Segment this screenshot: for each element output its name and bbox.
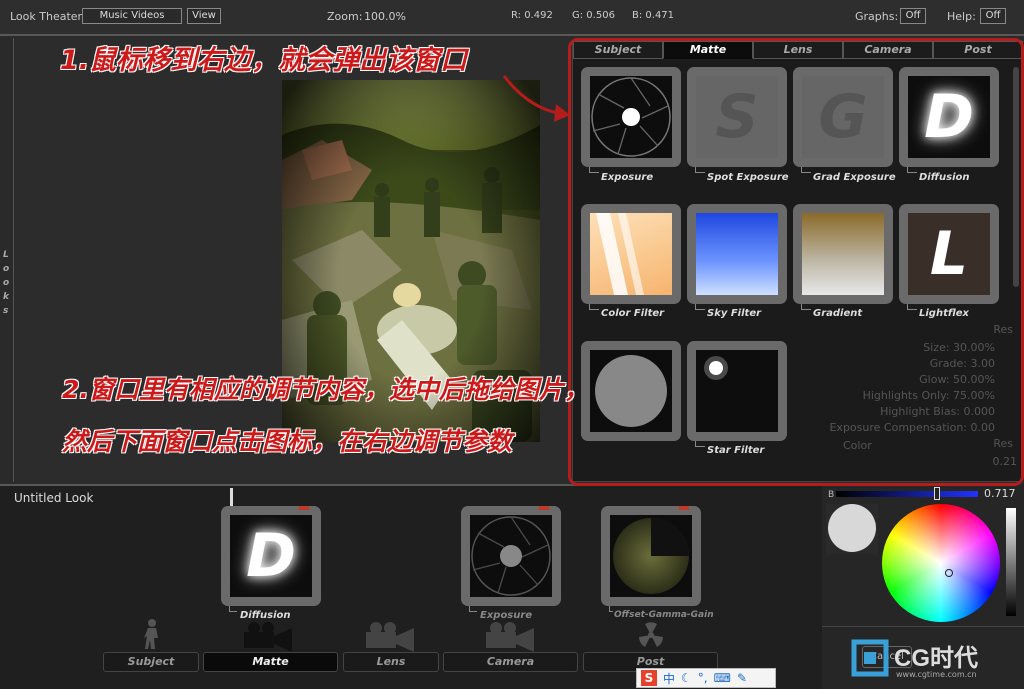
camera-movie-icon xyxy=(486,622,534,652)
annotation-step2-line2: 然后下面窗口点击图标，在右边调节参数 xyxy=(62,427,513,456)
watermark-url: www.cgtime.com.cn xyxy=(896,670,977,679)
look-theater-label: Look Theater: xyxy=(10,10,86,23)
watermark-brand: CG时代 xyxy=(894,645,978,672)
looks-drawer-handle[interactable]: L o o k s xyxy=(0,38,14,482)
g-readout: G: 0.506 xyxy=(572,10,615,21)
post-radiation-icon xyxy=(639,622,663,647)
sogou-icon[interactable]: S xyxy=(641,670,657,686)
annotation-frame xyxy=(568,38,1024,486)
icon-letter: D xyxy=(246,521,296,591)
rail-letter: o xyxy=(3,264,10,274)
aperture-icon xyxy=(470,515,552,597)
ime-punct[interactable]: °, xyxy=(698,671,708,685)
channel-value[interactable]: 0.717 xyxy=(984,487,1016,500)
blue-channel-slider[interactable] xyxy=(836,491,978,497)
ime-chinese-mode[interactable]: 中 xyxy=(663,670,675,687)
matte-camera-icon xyxy=(244,622,292,652)
look-theater-select[interactable]: Music Videos xyxy=(82,8,182,24)
annotation-step2-line1: 2.窗口里有相应的调节内容，选中后拖给图片， xyxy=(62,375,589,404)
help-toggle[interactable]: Off xyxy=(980,8,1006,24)
color-swatch-frame xyxy=(826,504,878,554)
bottom-tab-camera[interactable]: Camera xyxy=(443,652,578,672)
look-name[interactable]: Untitled Look xyxy=(14,491,93,505)
slider-thumb[interactable] xyxy=(934,487,940,500)
stack-item-label: Offset-Gamma-Gain xyxy=(614,610,714,620)
help-label: Help: xyxy=(947,10,976,23)
rail-letter: o xyxy=(3,278,10,288)
top-toolbar: Look Theater: Music Videos View Zoom: 10… xyxy=(0,0,1024,36)
offset-gamma-gain-icon xyxy=(610,515,692,597)
looks-rail-label: L o o k s xyxy=(3,248,9,318)
channel-label: B xyxy=(828,490,835,500)
wrench-icon[interactable]: ✎ xyxy=(737,671,747,685)
graphs-toggle[interactable]: Off xyxy=(900,8,926,24)
b-readout: B: 0.471 xyxy=(632,10,675,21)
stack-cursor xyxy=(230,488,233,506)
bottom-tab-lens[interactable]: Lens xyxy=(343,652,439,672)
color-swatch xyxy=(828,504,876,552)
stack-item-label: Exposure xyxy=(480,610,533,621)
ime-toolbar[interactable]: S 中 ☾ °, ⌨ ✎ xyxy=(636,668,776,688)
keyboard-icon[interactable]: ⌨ xyxy=(714,671,731,685)
zoom-label: Zoom: xyxy=(327,10,363,23)
stack-item-marker xyxy=(679,506,689,510)
label-connector xyxy=(609,606,613,612)
color-wheel-cursor[interactable] xyxy=(945,569,953,577)
stack-item-marker xyxy=(539,506,549,510)
rail-letter: L xyxy=(3,250,9,260)
stack-item-diffusion[interactable]: D xyxy=(221,506,321,606)
graphs-label: Graphs: xyxy=(855,10,899,23)
subject-person-icon xyxy=(144,619,158,649)
watermark-logo: CG时代 www.cgtime.com.cn xyxy=(850,636,1020,686)
r-readout: R: 0.492 xyxy=(511,10,553,21)
panel-divider xyxy=(822,626,1024,627)
stack-item-offset-gamma-gain[interactable] xyxy=(601,506,701,606)
lens-camera-icon xyxy=(366,622,414,652)
rail-letter: k xyxy=(3,292,9,302)
label-connector xyxy=(469,606,477,612)
moon-icon[interactable]: ☾ xyxy=(681,671,692,685)
zoom-value: 100.0% xyxy=(364,10,406,23)
letter-d-icon: D xyxy=(230,515,312,597)
stack-item-exposure[interactable] xyxy=(461,506,561,606)
bottom-tab-subject[interactable]: Subject xyxy=(103,652,199,672)
stack-item-marker xyxy=(299,506,309,510)
bottom-tab-matte[interactable]: Matte xyxy=(203,652,338,672)
value-slider[interactable] xyxy=(1006,508,1016,616)
color-wheel[interactable] xyxy=(882,504,1000,622)
view-button[interactable]: View xyxy=(187,8,221,24)
label-connector xyxy=(229,606,237,612)
cgtime-logo-icon xyxy=(851,639,889,677)
annotation-arrow-icon xyxy=(502,75,570,122)
rail-letter: s xyxy=(3,306,9,316)
stack-item-label: Diffusion xyxy=(240,610,291,621)
annotation-step1: 1.鼠标移到右边，就会弹出该窗口 xyxy=(60,45,468,76)
